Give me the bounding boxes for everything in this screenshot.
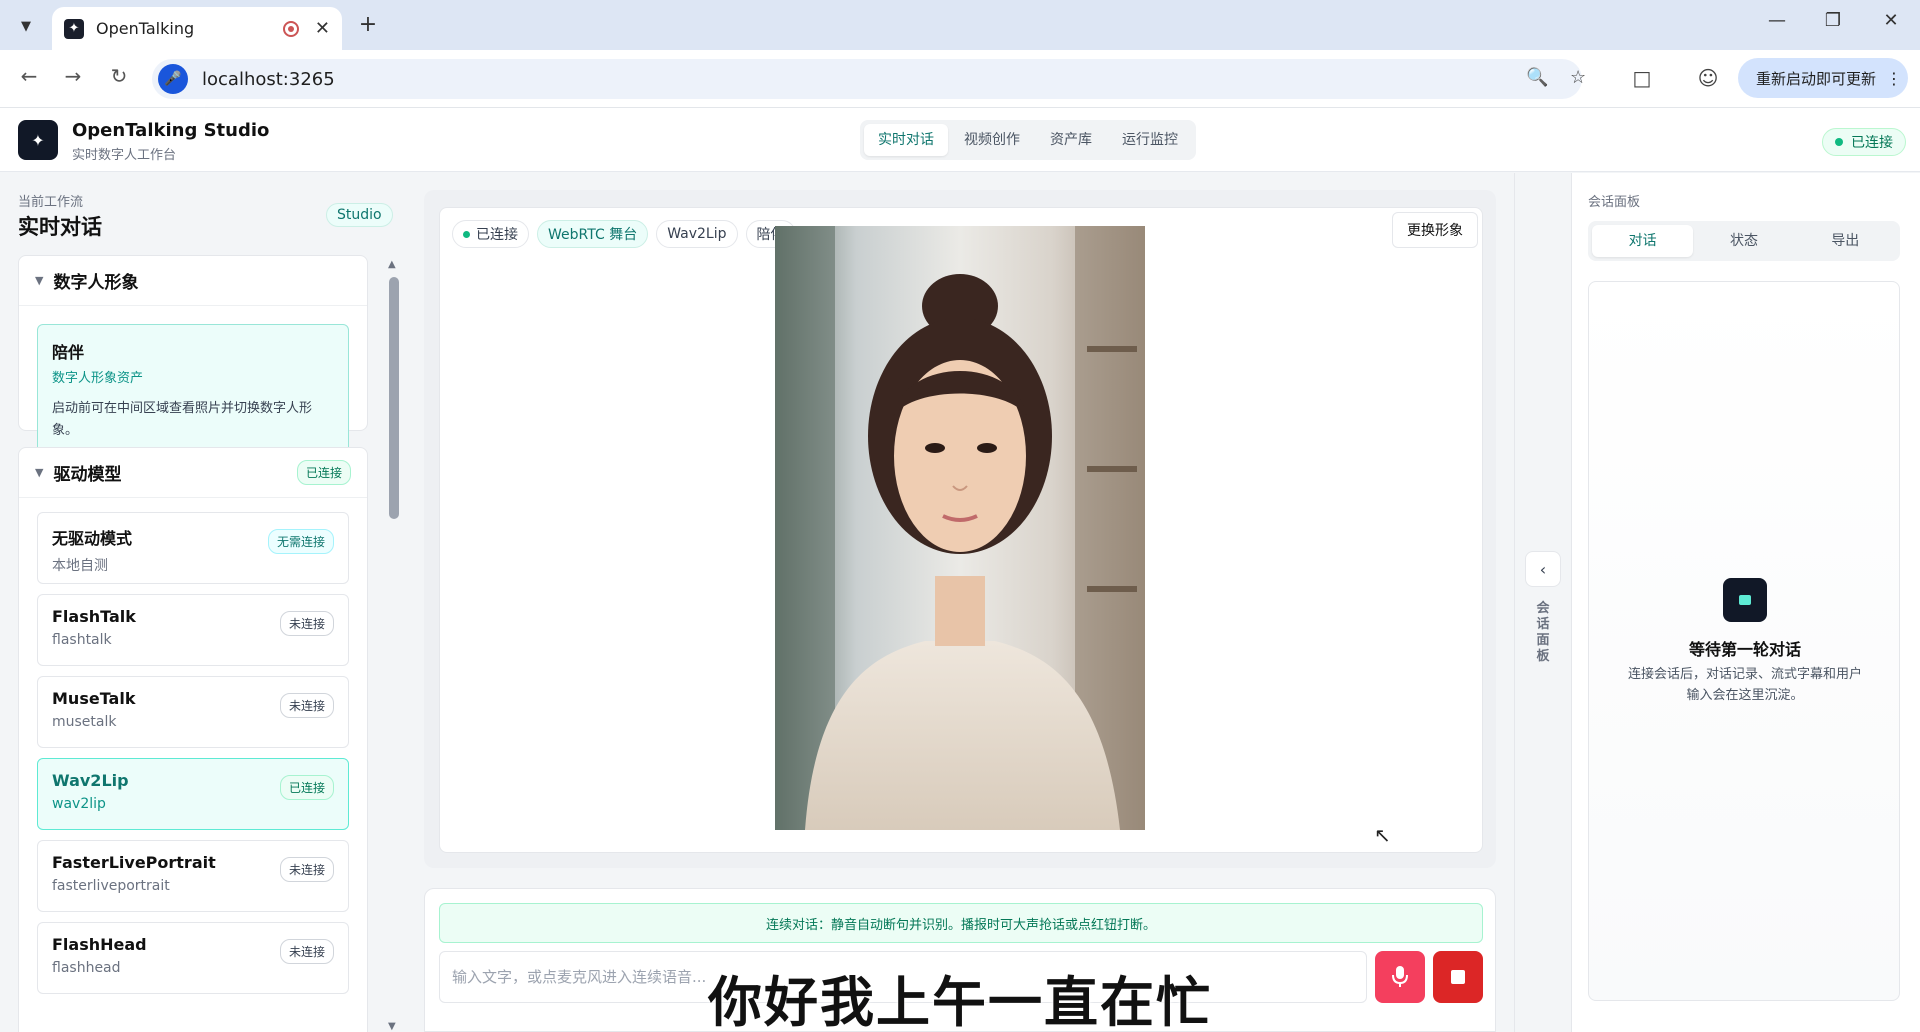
- site-mic-icon[interactable]: 🎤: [158, 64, 188, 94]
- rail-char: 话: [1536, 617, 1550, 632]
- rail-label[interactable]: 会 话 面 板: [1535, 601, 1551, 665]
- session-panel-label: 会话面板: [1588, 195, 1641, 210]
- stage-model-chip: Wav2Lip: [656, 220, 738, 248]
- browser-toolbar: ← → ↻ 🎤 localhost:3265 🔍 ☆ □ ☺ 重新启动即可更新 …: [0, 50, 1920, 108]
- tab-export[interactable]: 导出: [1795, 225, 1896, 257]
- browser-tab-bar: ▼ ✦ OpenTalking ✕ + — ❐ ✕: [0, 0, 1920, 50]
- tab-dialogue[interactable]: 对话: [1592, 225, 1694, 257]
- collapse-chevron-icon: ▼: [35, 466, 44, 479]
- sidebar-scrollbar[interactable]: ▲ ▼: [388, 259, 400, 1032]
- model-card-wav2lip[interactable]: Wav2Lip wav2lip 已连接: [37, 758, 349, 830]
- model-status-badge: 已连接: [279, 775, 334, 800]
- model-card-flashtalk[interactable]: FlashTalk flashtalk 未连接: [37, 594, 349, 666]
- minimize-icon[interactable]: —: [1762, 10, 1792, 31]
- model-status-badge: 未连接: [279, 857, 334, 882]
- rail-char: 板: [1536, 649, 1550, 664]
- model-panel-status-badge: 已连接: [296, 460, 351, 485]
- dialogue-empty-state: 等待第一轮对话 连接会话后，对话记录、流式字幕和用户输入会在这里沉淀。: [1588, 281, 1900, 1001]
- swap-avatar-button[interactable]: 更换形象: [1392, 212, 1478, 248]
- model-panel-title: 驱动模型: [53, 465, 122, 485]
- rail-char: 会: [1536, 601, 1550, 616]
- update-button[interactable]: 重新启动即可更新 ⋮: [1738, 58, 1908, 98]
- app-logo-icon: ✦: [18, 120, 58, 160]
- scroll-up-icon[interactable]: ▲: [388, 259, 396, 270]
- new-tab-icon[interactable]: +: [354, 12, 382, 37]
- chat-bubble-icon: [1723, 578, 1767, 622]
- tab-video-creation[interactable]: 视频创作: [950, 124, 1034, 156]
- app-header: ✦ OpenTalking Studio 实时数字人工作台 实时对话 视频创作 …: [0, 108, 1920, 172]
- favicon-icon: ✦: [64, 18, 84, 39]
- bookmark-star-icon[interactable]: ☆: [1570, 67, 1586, 88]
- tab-status[interactable]: 状态: [1693, 225, 1794, 257]
- extensions-icon[interactable]: □: [1628, 66, 1656, 90]
- webrtc-stage: 已连接 WebRTC 舞台 Wav2Lip 陪伴 更换形象: [439, 207, 1483, 853]
- session-panel-tabs: 对话 状态 导出: [1588, 221, 1900, 261]
- forward-icon[interactable]: →: [58, 64, 88, 88]
- model-status-badge: 无需连接: [267, 529, 334, 554]
- model-id: 本地自测: [52, 558, 108, 574]
- model-status-badge: 未连接: [279, 693, 334, 718]
- restore-icon[interactable]: ❐: [1818, 10, 1848, 31]
- avatar-card[interactable]: 陪伴 数字人形象资产 启动前可在中间区域查看照片并切换数字人形象。: [37, 324, 349, 457]
- model-panel-header[interactable]: ▼ 驱动模型 已连接: [19, 448, 367, 498]
- stage-webrtc-chip: WebRTC 舞台: [537, 220, 649, 248]
- avatar-name: 陪伴: [52, 343, 85, 362]
- rail-char: 面: [1536, 633, 1550, 648]
- model-panel: ▼ 驱动模型 已连接 无驱动模式 本地自测 无需连接 FlashTalk fla…: [18, 447, 368, 1032]
- profile-icon[interactable]: ☺: [1694, 66, 1722, 90]
- avatar-panel-header[interactable]: ▼ 数字人形象: [19, 256, 367, 306]
- back-icon[interactable]: ←: [14, 64, 44, 88]
- app-title: OpenTalking Studio: [72, 120, 270, 141]
- tab-asset-library[interactable]: 资产库: [1036, 124, 1106, 156]
- stage-connected-chip: 已连接: [452, 220, 529, 248]
- model-card-nodrive[interactable]: 无驱动模式 本地自测 无需连接: [37, 512, 349, 584]
- recording-icon: [282, 20, 299, 37]
- url-text: localhost:3265: [202, 68, 335, 90]
- model-status-badge: 未连接: [279, 611, 334, 636]
- model-card-fasterliveportrait[interactable]: FasterLivePortrait fasterliveportrait 未连…: [37, 840, 349, 912]
- avatar-panel: ▼ 数字人形象 陪伴 数字人形象资产 启动前可在中间区域查看照片并切换数字人形象…: [18, 255, 368, 457]
- update-label: 重新启动即可更新: [1756, 69, 1877, 88]
- studio-badge: Studio: [326, 203, 393, 227]
- stage-container: 已连接 WebRTC 舞台 Wav2Lip 陪伴 更换形象: [424, 190, 1496, 868]
- scroll-thumb[interactable]: [389, 277, 399, 519]
- empty-state-title: 等待第一轮对话: [1688, 640, 1801, 659]
- avatar-panel-title: 数字人形象: [53, 273, 139, 293]
- avatar-desc: 启动前可在中间区域查看照片并切换数字人形象。: [52, 401, 313, 438]
- session-panel: 会话面板 对话 状态 导出 等待第一轮对话 连接会话后，对话记录、流式字幕和用户…: [1572, 173, 1920, 1032]
- collapse-chevron-icon: ▼: [35, 274, 44, 287]
- app-subtitle: 实时数字人工作台: [72, 148, 177, 163]
- tab-close-icon[interactable]: ✕: [315, 18, 330, 39]
- collapse-panel-chevron-icon[interactable]: ‹: [1525, 551, 1561, 587]
- reload-icon[interactable]: ↻: [104, 64, 134, 88]
- address-bar[interactable]: 🎤 localhost:3265 🔍 ☆: [152, 59, 1586, 99]
- avatar-portrait-image: [775, 226, 1145, 830]
- menu-dots-icon[interactable]: ⋮: [1886, 69, 1902, 88]
- browser-tab[interactable]: ✦ OpenTalking ✕: [52, 7, 342, 50]
- session-panel-rail: ‹ 会 话 面 板: [1514, 173, 1572, 1032]
- mouse-cursor-icon: ↖: [1374, 823, 1391, 847]
- window-close-icon[interactable]: ✕: [1876, 10, 1906, 31]
- tab-runtime-monitor[interactable]: 运行监控: [1108, 124, 1192, 156]
- tab-realtime-chat[interactable]: 实时对话: [864, 124, 948, 156]
- tab-search-chevron-icon[interactable]: ▼: [12, 12, 40, 40]
- zoom-icon[interactable]: 🔍: [1526, 67, 1548, 88]
- main-nav: 实时对话 视频创作 资产库 运行监控: [860, 120, 1196, 160]
- model-card-musetalk[interactable]: MuseTalk musetalk 未连接: [37, 676, 349, 748]
- stage-chips: 已连接 WebRTC 舞台 Wav2Lip 陪伴: [452, 220, 796, 248]
- workflow-title: 实时对话: [18, 215, 102, 239]
- continuous-chat-hint: 连续对话：静音自动断句并识别。播报时可大声抢话或点红钮打断。: [439, 903, 1483, 943]
- tab-title: OpenTalking: [96, 19, 195, 38]
- empty-state-description: 连接会话后，对话记录、流式字幕和用户输入会在这里沉淀。: [1627, 667, 1862, 703]
- connection-status-badge: 已连接: [1822, 128, 1906, 156]
- workflow-label: 当前工作流: [18, 195, 84, 210]
- avatar-video: [775, 226, 1145, 830]
- avatar-kind: 数字人形象资产: [52, 371, 144, 386]
- left-sidebar: 当前工作流 实时对话 Studio ▼ 数字人形象 陪伴 数字人形象资产 启动前…: [0, 173, 410, 1032]
